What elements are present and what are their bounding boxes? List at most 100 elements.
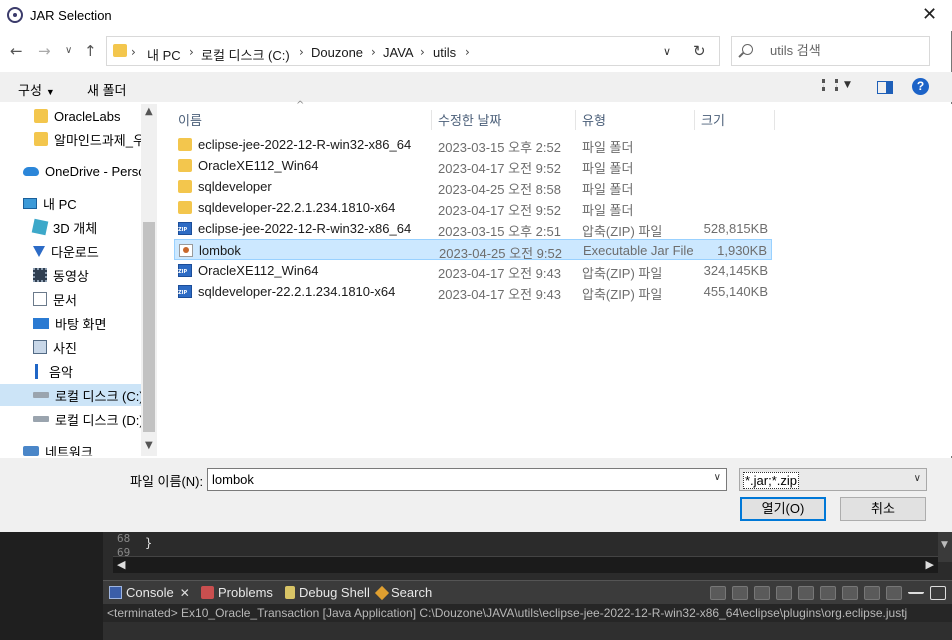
code-editor[interactable]: 68 69 } ▼ ◀ ▶ [103, 532, 952, 580]
file-row[interactable]: sqldeveloper 2023-04-25 오전 8:58 파일 폴더 [174, 176, 772, 197]
file-row[interactable]: OracleXE112_Win64 2023-04-17 오전 9:52 파일 … [174, 155, 772, 176]
display-console-icon[interactable] [864, 586, 880, 600]
remove-all-icon[interactable] [754, 586, 770, 600]
tab-search[interactable]: Search [374, 585, 432, 600]
sidebar-item-label: OneDrive - Persor [45, 163, 142, 179]
sidebar-item-pictures[interactable]: 사진 [0, 336, 142, 358]
sidebar-item-music[interactable]: 음악 [0, 360, 142, 382]
minimize-icon[interactable] [908, 586, 924, 594]
scroll-left-icon[interactable]: ◀ [117, 558, 125, 571]
file-row[interactable]: OracleXE112_Win64 2023-04-17 오전 9:43 압축(… [174, 260, 772, 281]
file-row[interactable]: eclipse-jee-2022-12-R-win32-x86_64 2023-… [174, 218, 772, 239]
cancel-button[interactable]: 취소 [840, 497, 926, 521]
desktop-icon [33, 317, 49, 329]
address-dropdown-icon[interactable]: ∨ [663, 45, 671, 58]
address-bar[interactable]: › 내 PC › 로컬 디스크 (C:) › Douzone › JAVA › … [106, 36, 720, 66]
search-input[interactable] [770, 43, 920, 58]
chevron-right-icon[interactable]: › [420, 45, 425, 59]
sidebar-item-local-disk-d[interactable]: 로컬 디스크 (D:) [0, 408, 142, 430]
remove-launch-icon[interactable] [732, 586, 748, 600]
open-console-icon[interactable] [886, 586, 902, 600]
column-header-name[interactable]: 이름 [172, 110, 432, 130]
navigation-bar: ← → ∨ ↑ › 내 PC › 로컬 디스크 (C:) › Douzone ›… [0, 33, 952, 69]
sidebar-item-this-pc[interactable]: 내 PC [0, 192, 142, 214]
file-row[interactable]: eclipse-jee-2022-12-R-win32-x86_64 2023-… [174, 134, 772, 155]
back-arrow-icon[interactable]: ← [10, 42, 23, 60]
pin-console-icon[interactable] [842, 586, 858, 600]
clear-console-icon[interactable] [776, 586, 792, 600]
file-row-selected[interactable]: lombok 2023-04-25 오전 9:52 Executable Jar… [174, 239, 772, 261]
editor-horizontal-scrollbar[interactable]: ◀ ▶ [113, 556, 938, 573]
breadcrumb-item[interactable]: 로컬 디스크 (C:) [201, 45, 290, 64]
terminate-icon[interactable] [710, 586, 726, 600]
close-icon[interactable]: ✕ [922, 4, 937, 25]
sidebar-item-documents[interactable]: 문서 [0, 288, 142, 310]
tab-debug-shell[interactable]: Debug Shell [285, 585, 370, 600]
preview-pane-icon[interactable] [877, 81, 893, 94]
debug-shell-icon [285, 586, 295, 599]
file-type-filter-select[interactable]: *.jar;*.zip ∨ [739, 468, 927, 491]
column-header-date[interactable]: 수정한 날짜 [432, 110, 576, 130]
sidebar-item-desktop[interactable]: 바탕 화면 [0, 312, 142, 334]
filename-input[interactable] [212, 472, 692, 487]
scroll-down-icon[interactable]: ▼ [145, 440, 153, 451]
tab-console[interactable]: Console ✕ [109, 585, 190, 600]
tab-label: Debug Shell [299, 585, 370, 600]
tab-label: Problems [218, 585, 273, 600]
sidebar-item-local-disk-c[interactable]: 로컬 디스크 (C:) [0, 384, 142, 406]
breadcrumb-item[interactable]: Douzone [311, 45, 363, 60]
chevron-right-icon[interactable]: › [465, 45, 470, 59]
breadcrumb-item[interactable]: 내 PC [147, 45, 181, 64]
filename-label: 파일 이름(N): [130, 474, 204, 489]
close-icon[interactable]: ✕ [180, 586, 190, 600]
up-arrow-icon[interactable]: ↑ [84, 42, 97, 60]
sidebar-item-videos[interactable]: 동영상 [0, 264, 142, 286]
sidebar-item-almind[interactable]: 알마인드과제_우 [0, 128, 142, 150]
breadcrumb-item[interactable]: JAVA [383, 45, 414, 60]
folder-icon [178, 138, 192, 151]
sidebar-item-downloads[interactable]: 다운로드 [0, 240, 142, 262]
new-folder-button[interactable]: 새 폴더 [87, 80, 127, 99]
file-name: sqldeveloper-22.2.1.234.1810-x64 [198, 200, 396, 215]
search-icon [374, 585, 390, 600]
scroll-down-icon[interactable]: ▼ [941, 540, 948, 550]
sidebar-item-onedrive[interactable]: OneDrive - Persor [0, 160, 142, 182]
sidebar-item-3d-objects[interactable]: 3D 개체 [0, 216, 142, 238]
console-icon [109, 586, 122, 599]
column-header-size[interactable]: 크기 [695, 110, 775, 130]
chevron-down-icon[interactable]: ∨ [914, 473, 921, 484]
chevron-right-icon[interactable]: › [189, 45, 194, 59]
file-name: eclipse-jee-2022-12-R-win32-x86_64 [198, 137, 412, 152]
refresh-icon[interactable]: ↻ [693, 42, 706, 60]
chevron-right-icon[interactable]: › [299, 45, 304, 59]
scroll-lock-icon[interactable] [798, 586, 814, 600]
navigation-pane-scrollbar[interactable]: ▲ ▼ [141, 104, 157, 456]
file-size: 324,145KB [703, 263, 768, 278]
change-view-button[interactable]: ▼ [822, 79, 851, 91]
word-wrap-icon[interactable] [820, 586, 836, 600]
file-type: 압축(ZIP) 파일 [582, 224, 663, 239]
sidebar-item-network[interactable]: 네트워크 [0, 440, 142, 456]
scroll-up-icon[interactable]: ▲ [145, 106, 153, 117]
chevron-down-icon[interactable]: ∨ [714, 472, 721, 483]
maximize-icon[interactable] [930, 586, 946, 600]
chevron-right-icon[interactable]: › [131, 45, 136, 59]
file-row[interactable]: sqldeveloper-22.2.1.234.1810-x64 2023-04… [174, 281, 772, 302]
breadcrumb-item[interactable]: utils [433, 45, 456, 60]
tab-problems[interactable]: Problems [201, 585, 273, 600]
scrollbar-thumb[interactable] [143, 222, 155, 432]
sidebar-item-oraclelabs[interactable]: OracleLabs [0, 105, 142, 127]
organize-button[interactable]: 구성 ▼ [18, 80, 55, 99]
scroll-right-icon[interactable]: ▶ [926, 558, 934, 571]
chevron-right-icon[interactable]: › [371, 45, 376, 59]
filename-combobox[interactable]: ∨ [207, 468, 727, 491]
column-header-type[interactable]: 유형 [576, 110, 695, 130]
file-row[interactable]: sqldeveloper-22.2.1.234.1810-x64 2023-04… [174, 197, 772, 218]
forward-arrow-icon[interactable]: → [38, 42, 51, 60]
recent-locations-chevron-icon[interactable]: ∨ [65, 45, 72, 56]
file-date: 2023-03-15 오후 2:51 [438, 224, 561, 239]
editor-vertical-scrollbar[interactable]: ▼ [938, 532, 952, 562]
search-box[interactable] [731, 36, 930, 66]
open-button[interactable]: 열기(O) [740, 497, 826, 521]
help-icon[interactable]: ? [912, 78, 929, 95]
